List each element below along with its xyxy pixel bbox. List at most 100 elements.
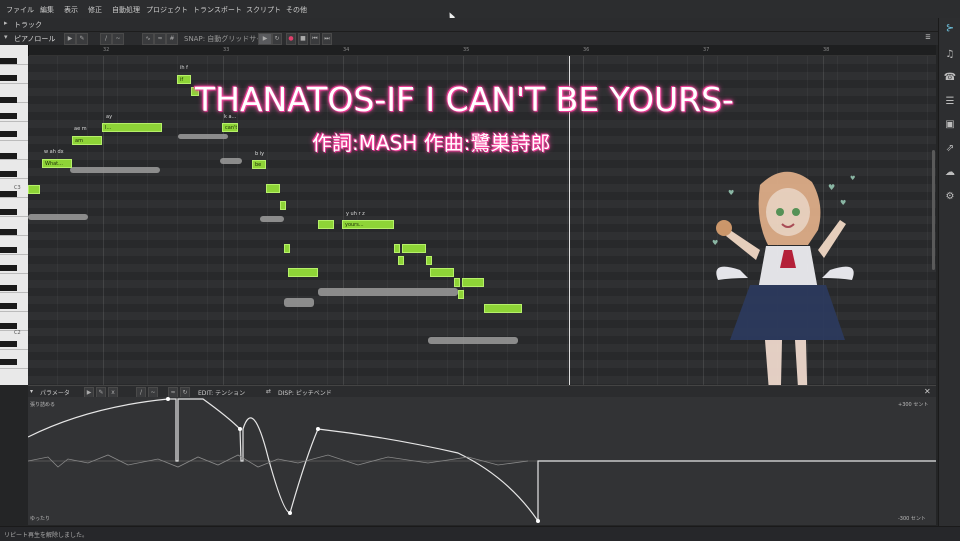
pitch-waveform — [70, 167, 160, 173]
note[interactable] — [394, 244, 400, 253]
note-phoneme: w ah dx — [44, 149, 64, 155]
menu-project[interactable]: プロジェクト — [146, 5, 188, 15]
note[interactable] — [266, 184, 280, 193]
status-bar: リピート再生を解除しました。 — [0, 526, 960, 541]
svg-text:♥: ♥ — [850, 175, 855, 182]
pitch-waveform — [318, 288, 458, 296]
note[interactable] — [398, 256, 404, 265]
gear-icon[interactable]: ⚙ — [943, 190, 957, 204]
ruler-tick: 37 — [703, 47, 710, 53]
pitch-waveform — [220, 158, 242, 164]
menu-modify[interactable]: 修正 — [88, 5, 102, 15]
note[interactable] — [462, 278, 484, 287]
record-button[interactable]: ● — [286, 33, 296, 45]
note[interactable] — [484, 304, 522, 313]
menu-view[interactable]: 表示 — [64, 5, 78, 15]
note[interactable]: be — [252, 160, 266, 169]
menu-file[interactable]: ファイル — [6, 5, 34, 15]
vibrato-tool-button[interactable]: ∿ — [142, 33, 154, 45]
note-phoneme: b iy — [255, 151, 265, 157]
ruler-tick: 36 — [583, 47, 590, 53]
ruler-tick: 35 — [463, 47, 470, 53]
select-tool-button[interactable]: ▶ — [64, 33, 76, 45]
param-disp-select[interactable]: DISP: ピッチベンド — [278, 388, 332, 397]
note-phoneme: ih f — [180, 65, 188, 71]
note[interactable] — [426, 256, 432, 265]
wave-tool-button[interactable]: ≈ — [154, 33, 166, 45]
rewind-button[interactable]: ⏮ — [310, 33, 320, 45]
param-edit-select[interactable]: EDIT: テンション — [198, 388, 245, 397]
chevron-right-icon[interactable]: ▸ — [4, 19, 8, 27]
note[interactable]: What... — [42, 159, 72, 168]
ruler-tick: 34 — [343, 47, 350, 53]
note[interactable] — [430, 268, 454, 277]
menu-transport[interactable]: トランスポート — [193, 5, 242, 15]
song-title-overlay: THANATOS-IF I CAN'T BE YOURS- — [195, 80, 734, 119]
menu-script[interactable]: スクリプト — [246, 5, 281, 15]
note[interactable] — [402, 244, 426, 253]
pencil-tool-button[interactable]: ✎ — [76, 33, 88, 45]
note[interactable] — [288, 268, 318, 277]
note[interactable]: yours... — [342, 220, 394, 229]
play-button[interactable]: ▶ — [258, 33, 272, 45]
pianoroll-label: ピアノロール — [14, 35, 56, 43]
song-credits-overlay: 作詞:MASH 作曲:鷺巣詩郎 — [312, 131, 551, 155]
svg-text:♥: ♥ — [712, 239, 718, 247]
note[interactable]: am — [72, 136, 102, 145]
timeline-ruler[interactable]: 32 33 34 35 36 37 38 — [28, 45, 936, 56]
note[interactable] — [284, 244, 290, 253]
ruler-tick: 38 — [823, 47, 830, 53]
grid-tool-button[interactable]: # — [166, 33, 178, 45]
menu-auto[interactable]: 自動処理 — [112, 5, 140, 15]
menu-hamburger-icon[interactable]: ☰ — [924, 33, 932, 43]
parameter-curve[interactable] — [28, 397, 936, 525]
export-icon[interactable]: ⇗ — [943, 142, 957, 156]
forward-button[interactable]: ⏭ — [322, 33, 332, 45]
ruler-tick: 33 — [223, 47, 230, 53]
note[interactable] — [318, 220, 334, 229]
cloud-icon[interactable]: ☁ — [943, 166, 957, 180]
pitch-waveform — [28, 214, 88, 220]
parameter-label: パラメータ — [40, 390, 70, 397]
key-label-c2: C2 — [14, 330, 21, 336]
pitch-waveform — [284, 298, 314, 307]
stop-button[interactable]: ■ — [298, 33, 308, 45]
note[interactable] — [458, 290, 464, 299]
pianoroll-header: ▾ ピアノロール ▶ ✎ / ~ ∿ ≈ # SNAP: 自動グリッドサイズ ▶… — [0, 31, 938, 45]
pitch-waveform — [178, 134, 228, 139]
vertical-scrollbar[interactable] — [932, 150, 935, 270]
library-icon[interactable]: ☰ — [943, 95, 957, 109]
svg-text:♥: ♥ — [840, 199, 846, 207]
book-icon[interactable]: ▣ — [943, 118, 957, 132]
loop-button[interactable]: ↻ — [272, 33, 282, 45]
svg-text:♥: ♥ — [728, 189, 734, 197]
curve-tool-button[interactable]: ~ — [112, 33, 124, 45]
svg-text:♥: ♥ — [828, 183, 835, 192]
pitch-waveform — [428, 337, 518, 344]
parameter-editor[interactable]: 張り詰める ゆったり +300 セント -300 セント — [28, 397, 936, 525]
music-note-icon[interactable]: ♫ — [943, 48, 957, 62]
line-tool-button[interactable]: / — [100, 33, 112, 45]
chevron-down-icon[interactable]: ▾ — [30, 388, 33, 395]
menu-edit[interactable]: 編集 — [40, 5, 54, 15]
microphone-icon[interactable]: ☎ — [943, 71, 957, 85]
pitch-waveform — [260, 216, 284, 222]
note-phoneme: ae m — [74, 126, 87, 132]
note[interactable]: I... — [102, 123, 162, 132]
note[interactable] — [28, 185, 40, 194]
chevron-down-icon[interactable]: ▾ — [4, 33, 8, 41]
note[interactable] — [280, 201, 286, 210]
key-label-c3: C3 — [14, 185, 21, 191]
note[interactable] — [454, 278, 460, 287]
track-header-label: トラック — [14, 21, 42, 29]
swap-icon[interactable]: ⇄ — [266, 388, 271, 395]
note-phoneme: y uh r z — [346, 211, 365, 217]
note[interactable]: can't — [222, 123, 238, 132]
track-panel-header[interactable]: ▸ トラック — [0, 18, 938, 31]
note[interactable]: if — [177, 75, 191, 84]
piano-keyboard[interactable]: C3 C2 — [0, 45, 29, 385]
menu-bar: ファイル 編集 表示 修正 自動処理 プロジェクト トランスポート スクリプト … — [0, 0, 960, 19]
status-text: リピート再生を解除しました。 — [4, 532, 89, 539]
close-icon[interactable]: ✕ — [924, 387, 931, 396]
menu-other[interactable]: その他 — [286, 5, 307, 15]
